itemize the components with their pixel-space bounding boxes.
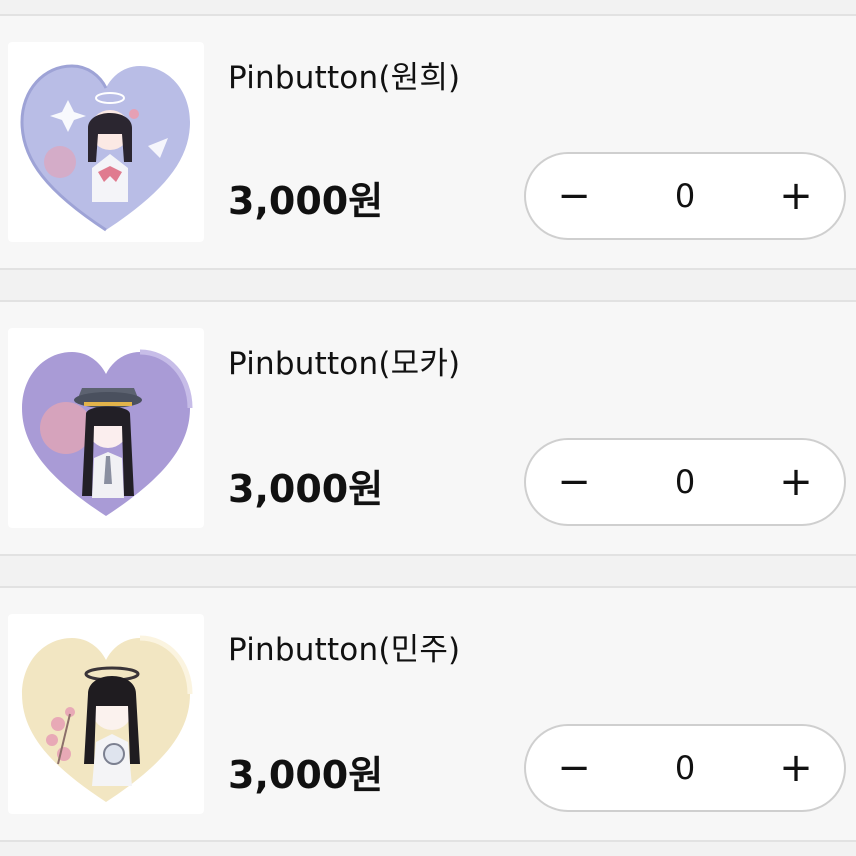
quantity-field[interactable]: 0 [622, 726, 748, 810]
product-price: 3,000원 [228, 753, 384, 797]
product-title: Pinbutton(모카) [228, 346, 461, 382]
quantity-stepper: − 0 + [524, 152, 846, 240]
quantity-field[interactable]: 0 [622, 440, 748, 524]
product-thumbnail[interactable] [8, 42, 204, 242]
increment-button[interactable]: + [748, 440, 844, 524]
heart-pin-image [20, 64, 190, 232]
increment-button[interactable]: + [748, 726, 844, 810]
product-card: Pinbutton(원희) 3,000원 − 0 + [0, 14, 856, 270]
decrement-button[interactable]: − [526, 440, 622, 524]
product-title: Pinbutton(민주) [228, 632, 461, 668]
heart-pin-image [22, 635, 193, 802]
product-list: Pinbutton(원희) 3,000원 − 0 + Pinbutton(모카) [0, 0, 856, 856]
product-thumbnail[interactable] [8, 614, 204, 814]
product-card: Pinbutton(모카) 3,000원 − 0 + [0, 300, 856, 556]
product-price: 3,000원 [228, 179, 384, 223]
quantity-stepper: − 0 + [524, 724, 846, 812]
quantity-field[interactable]: 0 [622, 154, 748, 238]
product-card: Pinbutton(민주) 3,000원 − 0 + [0, 586, 856, 842]
product-title: Pinbutton(원희) [228, 60, 461, 96]
quantity-stepper: − 0 + [524, 438, 846, 526]
heart-pin-image [22, 349, 193, 516]
decrement-button[interactable]: − [526, 154, 622, 238]
product-thumbnail[interactable] [8, 328, 204, 528]
decrement-button[interactable]: − [526, 726, 622, 810]
product-price: 3,000원 [228, 467, 384, 511]
increment-button[interactable]: + [748, 154, 844, 238]
